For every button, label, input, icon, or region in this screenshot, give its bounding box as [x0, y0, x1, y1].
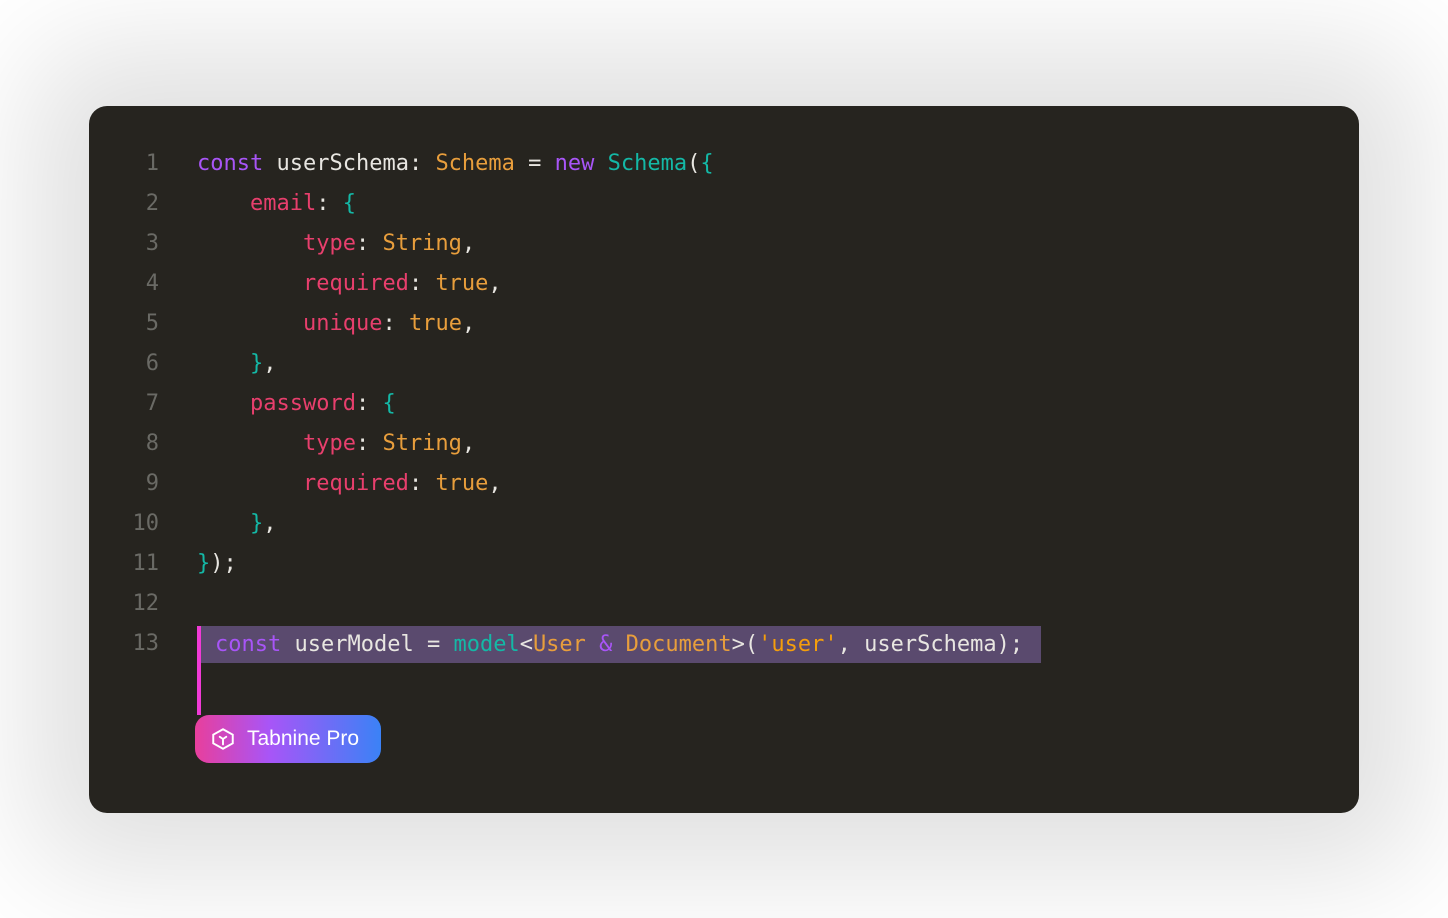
line-number: 13: [117, 624, 159, 664]
code-line[interactable]: 6 },: [117, 344, 1314, 384]
suggestion-connector: [197, 663, 201, 715]
code-line[interactable]: 5 unique: true,: [117, 304, 1314, 344]
code-content: },: [197, 344, 1314, 384]
code-line[interactable]: 10 },: [117, 504, 1314, 544]
line-number: 5: [117, 304, 159, 344]
code-editor-window: 1 const userSchema: Schema = new Schema(…: [89, 106, 1359, 813]
line-number: 8: [117, 424, 159, 464]
code-content: required: true,: [197, 464, 1314, 504]
line-number: 3: [117, 224, 159, 264]
line-number: 6: [117, 344, 159, 384]
ai-suggestion-line[interactable]: const userModel = model<User & Document>…: [197, 626, 1041, 663]
line-number: 10: [117, 504, 159, 544]
code-content: type: String,: [197, 224, 1314, 264]
code-content: password: {: [197, 384, 1314, 424]
code-line[interactable]: 9 required: true,: [117, 464, 1314, 504]
line-number: 1: [117, 144, 159, 184]
code-line[interactable]: 7 password: {: [117, 384, 1314, 424]
code-line[interactable]: 1 const userSchema: Schema = new Schema(…: [117, 144, 1314, 184]
line-number: 11: [117, 544, 159, 584]
code-content: });: [197, 544, 1314, 584]
code-line[interactable]: 3 type: String,: [117, 224, 1314, 264]
code-line[interactable]: 11 });: [117, 544, 1314, 584]
code-content: },: [197, 504, 1314, 544]
tabnine-badge-label: Tabnine Pro: [247, 727, 359, 751]
line-number: 7: [117, 384, 159, 424]
tabnine-pro-badge[interactable]: Tabnine Pro: [195, 715, 381, 763]
code-line[interactable]: 2 email: {: [117, 184, 1314, 224]
tabnine-logo-icon: [209, 725, 237, 753]
ai-suggestion-block: const userModel = model<User & Document>…: [197, 626, 1314, 763]
code-line[interactable]: 4 required: true,: [117, 264, 1314, 304]
line-number: 2: [117, 184, 159, 224]
code-content: unique: true,: [197, 304, 1314, 344]
code-content: type: String,: [197, 424, 1314, 464]
code-content: const userSchema: Schema = new Schema({: [197, 144, 1314, 184]
code-content: required: true,: [197, 264, 1314, 304]
code-content: email: {: [197, 184, 1314, 224]
line-number: 4: [117, 264, 159, 304]
code-line[interactable]: 12: [117, 584, 1314, 624]
code-line[interactable]: 8 type: String,: [117, 424, 1314, 464]
line-number: 9: [117, 464, 159, 504]
line-number: 12: [117, 584, 159, 624]
